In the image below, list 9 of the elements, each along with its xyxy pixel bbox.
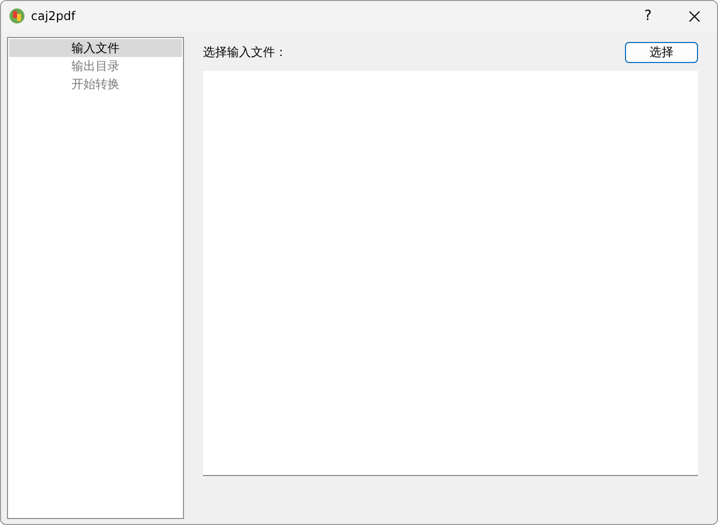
app-icon bbox=[9, 8, 25, 24]
sidebar-item[interactable]: 输出目录 bbox=[9, 57, 182, 75]
help-button[interactable]: ? bbox=[625, 1, 671, 31]
sidebar-item[interactable]: 开始转换 bbox=[9, 75, 182, 93]
input-file-label: 选择输入文件： bbox=[203, 44, 287, 60]
choose-button[interactable]: 选择 bbox=[625, 42, 698, 62]
window-title: caj2pdf bbox=[31, 9, 77, 23]
close-icon bbox=[688, 10, 700, 22]
sidebar-item[interactable]: 输入文件 bbox=[9, 39, 182, 57]
